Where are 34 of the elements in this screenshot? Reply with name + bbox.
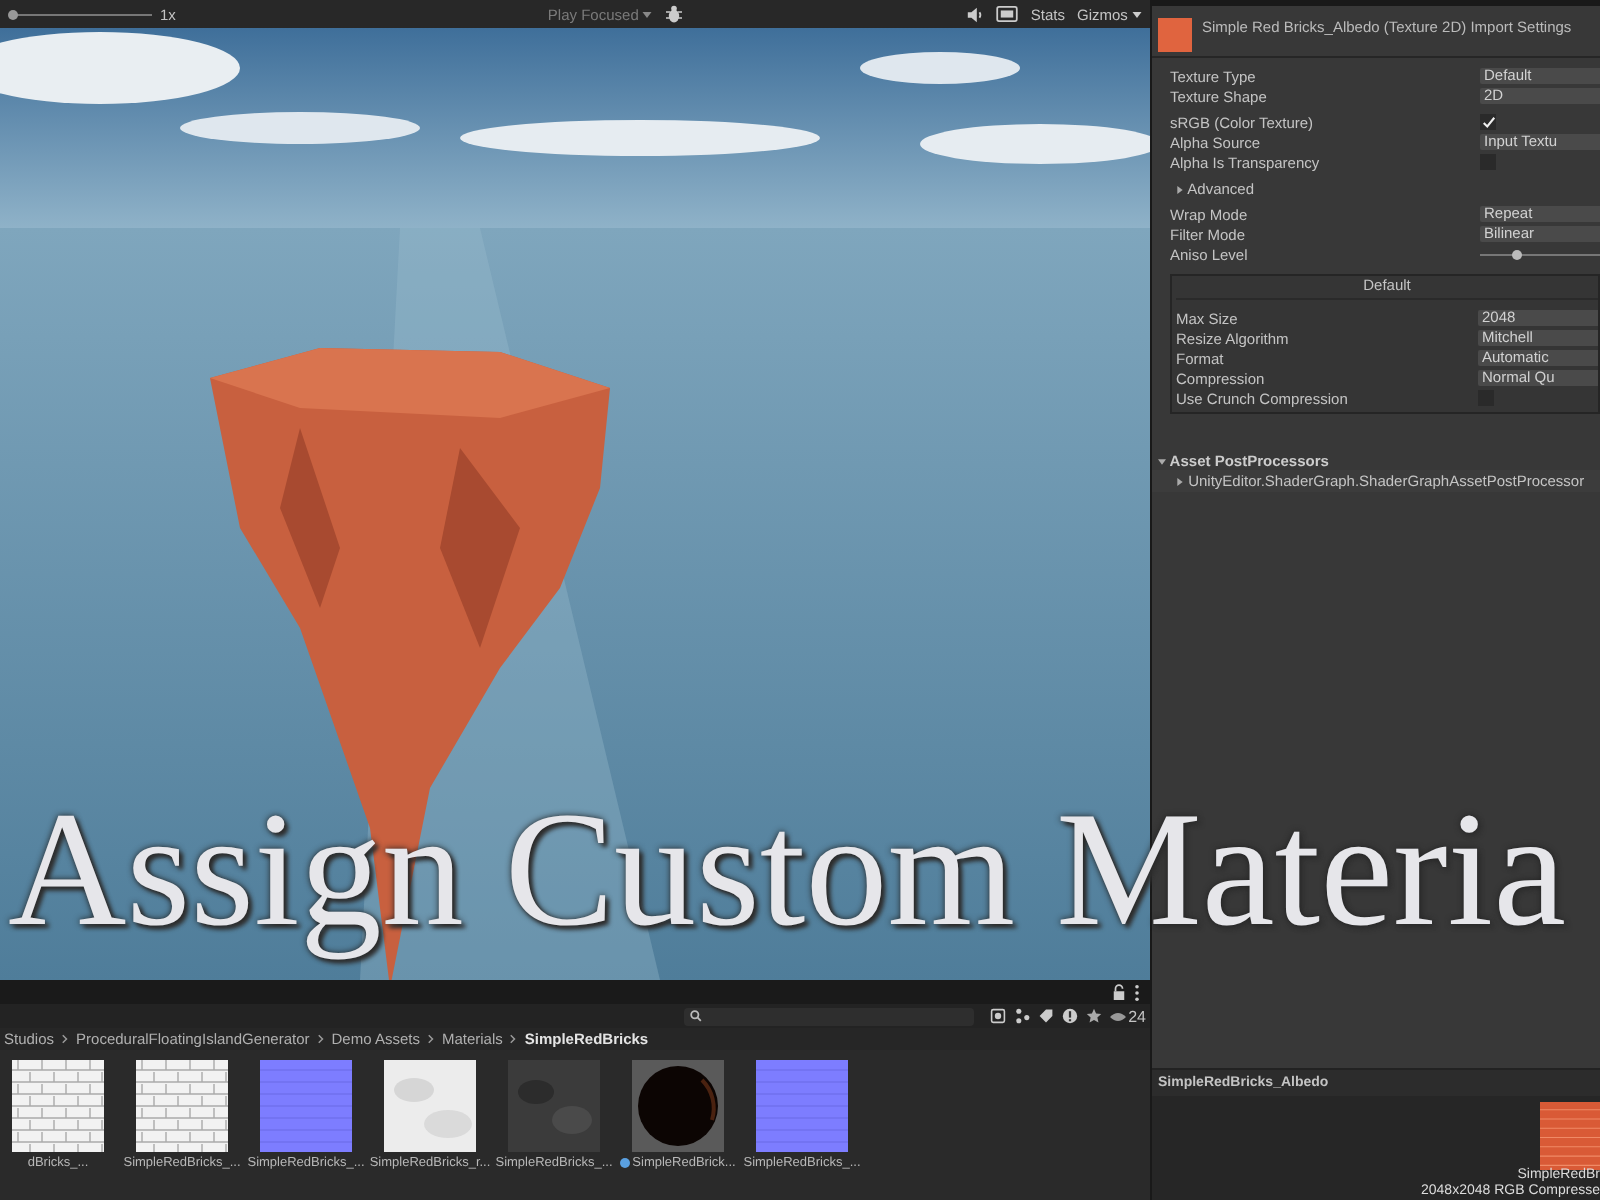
label-icon[interactable] [1038,1008,1055,1024]
texture-thumbnail[interactable] [508,1060,600,1152]
chevron-icon [510,1034,517,1044]
texture-icon [1158,18,1192,52]
material-icon [620,1158,631,1168]
hierarchy-icon[interactable] [1014,1008,1031,1024]
texture-thumbnail[interactable] [756,1060,848,1152]
eye-icon[interactable] [1110,1011,1127,1021]
bug-icon[interactable] [664,4,685,24]
material-sphere-thumbnail[interactable] [632,1060,724,1152]
lock-icon[interactable] [1112,983,1126,1001]
chevron-icon [317,1034,324,1044]
caret-icon [1132,12,1142,19]
texture-thumbnail[interactable] [136,1060,228,1152]
info-icon[interactable] [1062,1008,1079,1024]
triangle-icon [1176,478,1184,487]
more-options-icon[interactable] [1134,983,1140,1001]
checkbox[interactable] [1480,114,1496,130]
texture-thumbnail[interactable] [260,1060,352,1152]
chevron-icon [427,1034,434,1044]
chevron-icon [62,1034,69,1044]
filter-type-icon[interactable] [990,1008,1007,1024]
triangle-icon [1158,457,1166,466]
caret-icon [642,12,653,19]
texture-thumbnail[interactable] [384,1060,476,1152]
triangle-icon [1176,185,1184,194]
star-icon[interactable] [1086,1008,1103,1024]
display-icon[interactable] [996,6,1019,22]
search-field[interactable] [684,1007,975,1025]
speaker-icon[interactable] [966,5,985,23]
brick-texture-preview [1540,1102,1600,1170]
texture-thumbnail[interactable] [12,1060,104,1152]
visible-count: 24 [1128,1007,1146,1025]
search-icon [690,1010,703,1022]
